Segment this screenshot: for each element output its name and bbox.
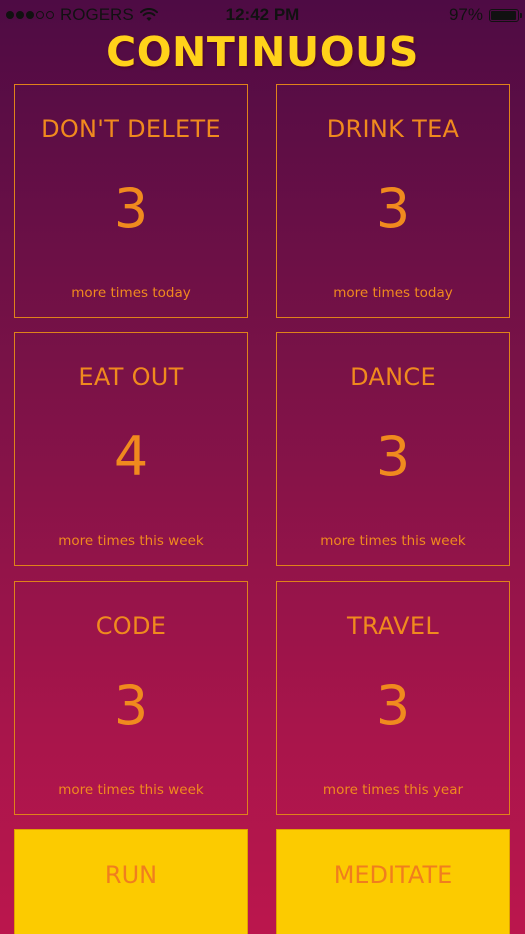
status-bar: ROGERS 12:42 PM 97% <box>0 0 525 30</box>
habit-card[interactable]: CODE 3 more times this week <box>14 581 248 815</box>
habit-card[interactable]: TRAVEL 3 more times this year <box>276 581 510 815</box>
card-count: 3 <box>113 674 149 737</box>
card-title: TRAVEL <box>347 612 439 640</box>
battery-fill <box>491 10 517 20</box>
card-count: 3 <box>113 177 149 240</box>
card-subtitle: more times this week <box>58 782 204 798</box>
habit-card[interactable]: DON'T DELETE 3 more times today <box>14 84 248 318</box>
card-subtitle: more times this week <box>320 533 466 549</box>
card-title: DRINK TEA <box>326 115 460 143</box>
card-subtitle: more times today <box>333 285 453 301</box>
habit-card[interactable]: EAT OUT 4 more times this week <box>14 332 248 566</box>
status-right: 97% <box>448 5 522 25</box>
card-title: EAT OUT <box>78 363 184 391</box>
habit-card[interactable]: DRINK TEA 3 more times today <box>276 84 510 318</box>
card-count: 3 <box>375 425 411 488</box>
card-subtitle: more times today <box>71 285 191 301</box>
card-count: 3 <box>375 177 411 240</box>
run-button[interactable]: RUN <box>14 829 248 934</box>
card-count: 3 <box>375 674 411 737</box>
habit-card[interactable]: DANCE 3 more times this week <box>276 332 510 566</box>
card-title: DANCE <box>350 363 436 391</box>
card-subtitle: more times this year <box>322 782 464 798</box>
battery-icon <box>489 8 522 22</box>
status-time: 12:42 PM <box>225 5 300 24</box>
app-title: CONTINUOUS <box>106 28 419 76</box>
meditate-button[interactable]: MEDITATE <box>276 829 510 934</box>
card-title: CODE <box>95 612 167 640</box>
card-subtitle: more times this week <box>58 533 204 549</box>
card-title: DON'T DELETE <box>41 115 221 143</box>
card-count: 4 <box>113 425 149 488</box>
battery-percentage: 97% <box>448 5 483 24</box>
